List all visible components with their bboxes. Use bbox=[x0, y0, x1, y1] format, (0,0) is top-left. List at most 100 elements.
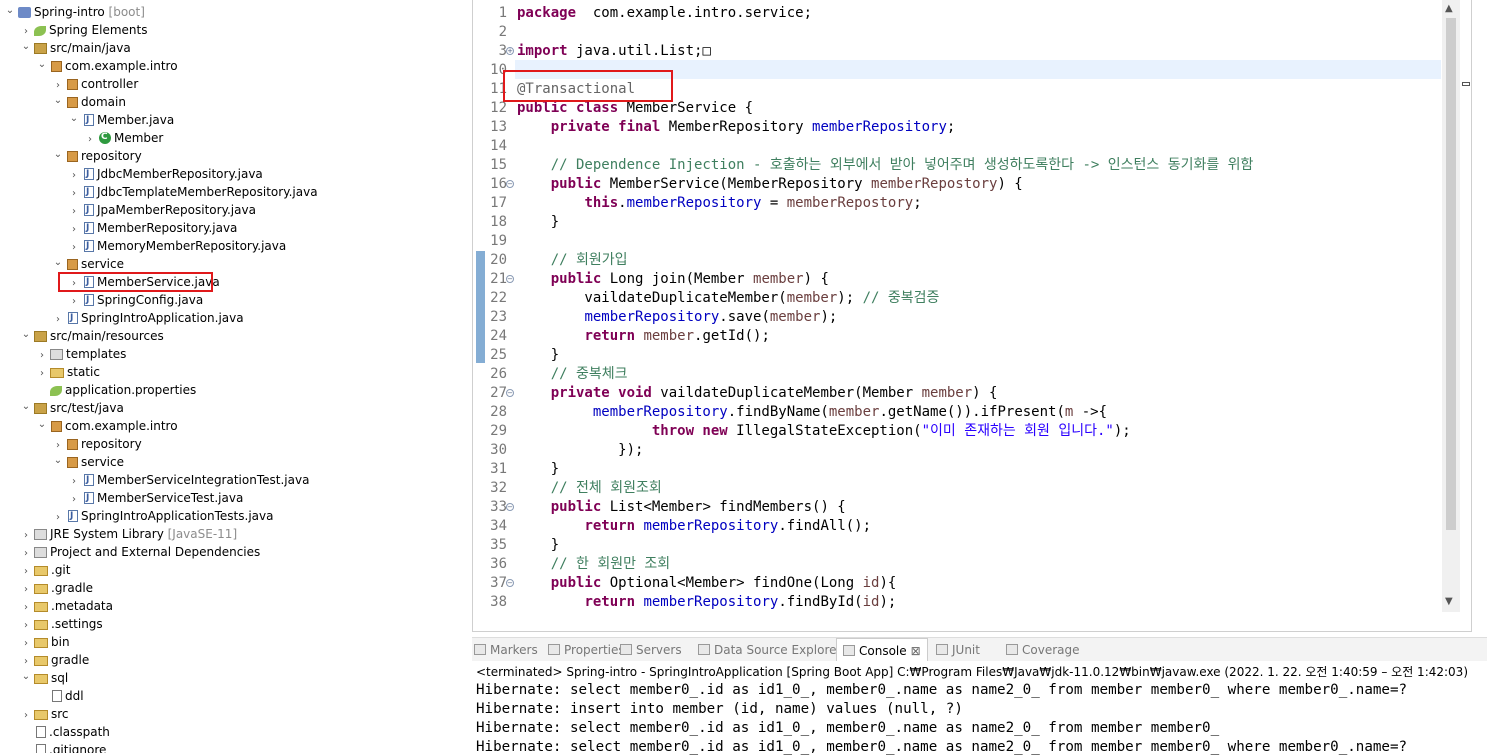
code-line[interactable]: vaildateDuplicateMember(member); // 중복검증 bbox=[517, 289, 939, 308]
chevron-down-icon[interactable]: ⌄ bbox=[68, 110, 80, 128]
chevron-down-icon[interactable]: ⌄ bbox=[52, 92, 64, 110]
tree-item[interactable]: ⌄ service bbox=[52, 255, 124, 273]
chevron-down-icon[interactable]: ⌄ bbox=[52, 146, 64, 164]
code-line[interactable]: // 전체 회원조회 bbox=[517, 479, 662, 498]
tree-item[interactable]: › repository bbox=[52, 435, 142, 453]
tree-item[interactable]: › Project and External Dependencies bbox=[20, 543, 260, 561]
tree-item[interactable]: ⌄ src/test/java bbox=[20, 399, 124, 417]
scroll-up-icon[interactable]: ▲ bbox=[1445, 3, 1453, 14]
tree-item[interactable]: ⌄ domain bbox=[52, 93, 126, 111]
overview-marker[interactable] bbox=[1462, 82, 1470, 86]
code-line[interactable]: package com.example.intro.service; bbox=[517, 4, 812, 23]
chevron-down-icon[interactable]: ⌄ bbox=[20, 326, 32, 344]
tree-item[interactable]: ⌄ sql bbox=[20, 669, 68, 687]
tree-item[interactable]: application.properties bbox=[36, 381, 196, 399]
code-line[interactable]: // 한 회원만 조회 bbox=[517, 555, 670, 574]
close-icon[interactable]: ⊠ bbox=[911, 644, 921, 658]
chevron-down-icon[interactable]: ⌄ bbox=[52, 254, 64, 272]
code-line[interactable]: memberRepository.findByName(member.getNa… bbox=[517, 403, 1107, 422]
collapse-fold-icon[interactable]: − bbox=[506, 275, 514, 283]
code-line[interactable]: // Dependence Injection - 호출하는 외부에서 받아 넣… bbox=[517, 156, 1254, 175]
tree-item[interactable]: › Spring Elements bbox=[20, 21, 147, 39]
tree-item[interactable]: › bin bbox=[20, 633, 70, 651]
tree-item[interactable]: ›SpringIntroApplication.java bbox=[52, 309, 244, 327]
tree-item[interactable]: ›JpaMemberRepository.java bbox=[68, 201, 256, 219]
tree-item[interactable]: ›JdbcTemplateMemberRepository.java bbox=[68, 183, 318, 201]
collapse-fold-icon[interactable]: − bbox=[506, 180, 514, 188]
code-line[interactable]: this.memberRepository = memberRepostory; bbox=[517, 194, 921, 213]
console-view[interactable]: <terminated> Spring-intro - SpringIntroA… bbox=[472, 661, 1487, 755]
chevron-down-icon[interactable]: ⌄ bbox=[20, 668, 32, 686]
code-line[interactable]: return memberRepository.findById(id); bbox=[517, 593, 896, 612]
collapse-fold-icon[interactable]: − bbox=[506, 579, 514, 587]
tab-properties[interactable]: Properties bbox=[548, 638, 625, 662]
tree-item[interactable]: › controller bbox=[52, 75, 138, 93]
code-line[interactable]: private void vaildateDuplicateMember(Mem… bbox=[517, 384, 998, 403]
tree-item[interactable]: .classpath bbox=[20, 723, 110, 741]
tree-item[interactable]: ⌄ Spring-intro [boot] bbox=[4, 3, 145, 21]
code-line[interactable]: throw new IllegalStateException("이미 존재하는… bbox=[517, 422, 1131, 441]
code-line[interactable]: // 회원가입 bbox=[517, 251, 628, 270]
tree-item[interactable]: .gitignore bbox=[20, 741, 106, 753]
code-line[interactable]: private final MemberRepository memberRep… bbox=[517, 118, 956, 137]
code-line[interactable]: } bbox=[517, 536, 559, 555]
tree-item[interactable]: ›JdbcMemberRepository.java bbox=[68, 165, 263, 183]
code-line[interactable]: public Optional<Member> findOne(Long id)… bbox=[517, 574, 897, 593]
collapse-fold-icon[interactable]: − bbox=[506, 503, 514, 511]
tree-item[interactable]: ›MemberServiceTest.java bbox=[68, 489, 243, 507]
tree-item[interactable]: ›MemberServiceIntegrationTest.java bbox=[68, 471, 309, 489]
chevron-down-icon[interactable]: ⌄ bbox=[52, 452, 64, 470]
tree-item[interactable]: ›MemoryMemberRepository.java bbox=[68, 237, 286, 255]
tree-item[interactable]: ›SpringIntroApplicationTests.java bbox=[52, 507, 273, 525]
editor-vertical-scrollbar[interactable]: ▲ ▼ bbox=[1442, 0, 1460, 612]
code-line[interactable]: public Long join(Member member) { bbox=[517, 270, 829, 289]
code-line[interactable]: } bbox=[517, 460, 559, 479]
tree-item[interactable]: › static bbox=[36, 363, 100, 381]
tab-console[interactable]: Console ⊠ bbox=[836, 638, 928, 662]
tree-item[interactable]: › templates bbox=[36, 345, 126, 363]
chevron-down-icon[interactable]: ⌄ bbox=[36, 416, 48, 434]
tree-item[interactable]: ⌄ src/main/resources bbox=[20, 327, 164, 345]
tree-item[interactable]: ⌄ Member.java bbox=[68, 111, 174, 129]
code-editor[interactable]: 1 2 3 +10 11 12 13 14 15 16−17 18 19 20 21−22 23 24 25 26… bbox=[472, 0, 1472, 632]
tree-item[interactable]: ›MemberRepository.java bbox=[68, 219, 237, 237]
tree-item[interactable]: › .settings bbox=[20, 615, 103, 633]
tree-item[interactable]: › .metadata bbox=[20, 597, 113, 615]
chevron-down-icon[interactable]: ⌄ bbox=[20, 38, 32, 56]
code-line[interactable]: memberRepository.save(member); bbox=[517, 308, 837, 327]
chevron-down-icon[interactable]: ⌄ bbox=[4, 2, 16, 20]
tab-data-source-explorer[interactable]: Data Source Explorer bbox=[698, 638, 841, 662]
code-line[interactable]: // 중복체크 bbox=[517, 365, 628, 384]
tab-markers[interactable]: Markers bbox=[474, 638, 538, 662]
code-line[interactable]: }); bbox=[517, 441, 643, 460]
code-line[interactable]: public MemberService(MemberRepository me… bbox=[517, 175, 1023, 194]
tree-item[interactable]: ›SpringConfig.java bbox=[68, 291, 203, 309]
code-line[interactable]: return member.getId(); bbox=[517, 327, 769, 346]
tree-item[interactable]: ⌄ service bbox=[52, 453, 124, 471]
scroll-down-icon[interactable]: ▼ bbox=[1445, 596, 1453, 607]
tree-item[interactable]: ⌄ com.example.intro bbox=[36, 57, 178, 75]
tree-item[interactable]: ›Member bbox=[84, 128, 163, 147]
tree-item[interactable]: ddl bbox=[36, 687, 84, 705]
code-line[interactable]: } bbox=[517, 346, 559, 365]
tree-item[interactable]: › gradle bbox=[20, 651, 89, 669]
tab-servers[interactable]: Servers bbox=[620, 638, 682, 662]
tree-item[interactable]: ⌄ repository bbox=[52, 147, 142, 165]
code-line[interactable]: public List<Member> findMembers() { bbox=[517, 498, 846, 517]
tree-item[interactable]: › JRE System Library [JavaSE-11] bbox=[20, 525, 237, 543]
tree-item[interactable]: › src bbox=[20, 705, 69, 723]
expand-fold-icon[interactable]: + bbox=[506, 47, 514, 55]
chevron-down-icon[interactable]: ⌄ bbox=[36, 56, 48, 74]
overview-ruler[interactable] bbox=[1460, 0, 1471, 631]
tree-item[interactable]: ⌄ com.example.intro bbox=[36, 417, 178, 435]
chevron-down-icon[interactable]: ⌄ bbox=[20, 398, 32, 416]
tree-item[interactable]: ⌄ src/main/java bbox=[20, 39, 131, 57]
code-line[interactable]: return memberRepository.findAll(); bbox=[517, 517, 871, 536]
tree-item[interactable]: › .git bbox=[20, 561, 70, 579]
code-line[interactable]: } bbox=[517, 213, 559, 232]
scroll-thumb[interactable] bbox=[1446, 18, 1456, 530]
tab-junit[interactable]: JUnit bbox=[936, 638, 980, 662]
tree-item[interactable]: › .gradle bbox=[20, 579, 93, 597]
code-line[interactable]: import java.util.List;□ bbox=[517, 42, 711, 61]
collapse-fold-icon[interactable]: − bbox=[506, 389, 514, 397]
